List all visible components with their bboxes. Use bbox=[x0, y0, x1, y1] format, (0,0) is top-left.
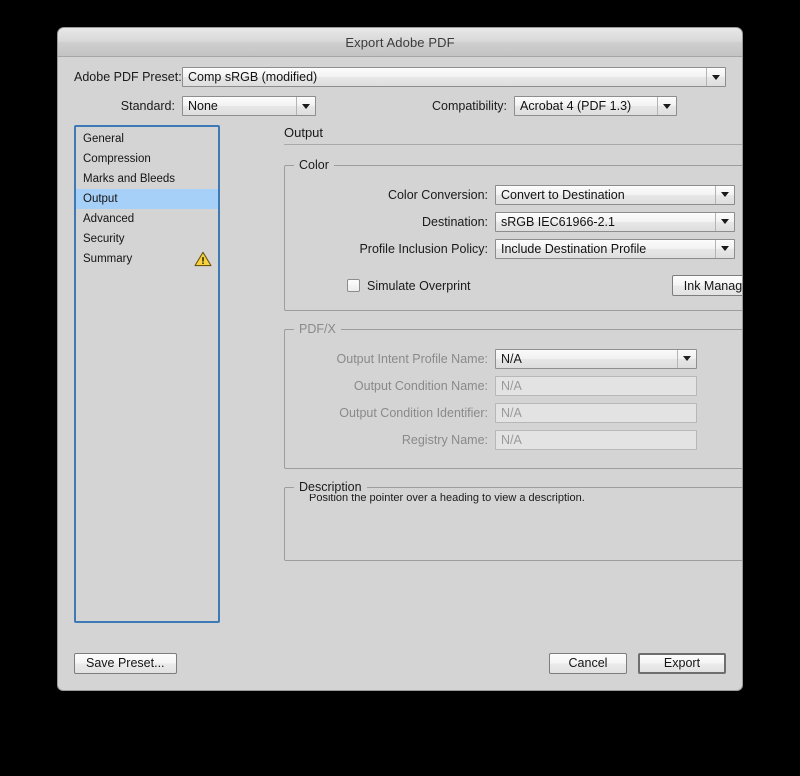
profile-inclusion-policy-label: Profile Inclusion Policy: bbox=[359, 241, 488, 256]
sidebar-item-label: Output bbox=[83, 193, 118, 205]
color-group-legend: Color bbox=[294, 158, 334, 172]
export-button[interactable]: Export bbox=[638, 652, 726, 674]
sidebar-item-label: Marks and Bleeds bbox=[83, 173, 176, 185]
destination-label: Destination: bbox=[421, 214, 488, 229]
sidebar-item-label: General bbox=[83, 133, 124, 145]
dialog-footer: Save Preset... Cancel Export bbox=[58, 636, 742, 690]
standard-value: None bbox=[188, 99, 218, 113]
output-condition-name-input: N/A bbox=[495, 375, 697, 396]
color-group-content: Color Conversion: Convert to Destination… bbox=[285, 166, 742, 310]
dialog-title: Export Adobe PDF bbox=[345, 34, 455, 50]
sidebar-item-marks-and-bleeds[interactable]: Marks and Bleeds bbox=[76, 169, 218, 189]
color-conversion-dropdown[interactable]: Convert to Destination bbox=[495, 184, 735, 205]
registry-name-label: Registry Name: bbox=[401, 432, 488, 447]
sidebar-item-label: Compression bbox=[83, 153, 151, 165]
sidebar-item-label: Summary bbox=[83, 253, 133, 265]
sidebar-item-label: Advanced bbox=[83, 213, 135, 225]
color-conversion-value: Convert to Destination bbox=[501, 187, 625, 202]
chevron-down-icon[interactable] bbox=[715, 212, 734, 231]
output-condition-name-row: Output Condition Name: N/A bbox=[299, 375, 742, 396]
compatibility-value: Acrobat 4 (PDF 1.3) bbox=[520, 99, 632, 113]
registry-name-input: N/A bbox=[495, 429, 697, 450]
destination-row: Destination: sRGB IEC61966-2.1 bbox=[299, 211, 742, 232]
simulate-overprint-label: Simulate Overprint bbox=[367, 278, 471, 293]
footer-actions: Cancel Export bbox=[549, 652, 726, 674]
description-group-legend: Description bbox=[294, 480, 367, 494]
preset-dropdown[interactable]: Comp sRGB (modified) bbox=[182, 67, 726, 87]
output-condition-name-label: Output Condition Name: bbox=[353, 378, 488, 393]
cancel-button[interactable]: Cancel bbox=[549, 652, 627, 674]
pdfx-group-legend: PDF/X bbox=[294, 322, 341, 336]
chevron-down-icon[interactable] bbox=[715, 185, 734, 204]
warning-triangle-icon bbox=[194, 251, 212, 267]
output-intent-profile-label: Output Intent Profile Name: bbox=[336, 351, 488, 366]
compatibility-label: Compatibility: bbox=[432, 99, 508, 113]
chevron-down-icon[interactable] bbox=[677, 349, 696, 368]
output-condition-name-value: N/A bbox=[501, 378, 522, 393]
dialog-body: General Compression Marks and Bleeds Out… bbox=[58, 125, 742, 631]
color-group: Color Color Conversion: Convert to Desti… bbox=[284, 158, 742, 311]
chevron-down-icon[interactable] bbox=[296, 97, 315, 115]
dialog-titlebar: Export Adobe PDF bbox=[58, 28, 742, 57]
sidebar-item-advanced[interactable]: Advanced bbox=[76, 209, 218, 229]
sidebar-item-output[interactable]: Output bbox=[76, 189, 218, 209]
overprint-and-ink-row: Simulate Overprint Ink Manager... bbox=[299, 275, 742, 296]
standard-dropdown[interactable]: None bbox=[182, 96, 316, 116]
output-intent-profile-value: N/A bbox=[501, 351, 522, 366]
description-group-content: Position the pointer over a heading to v… bbox=[285, 488, 742, 560]
preset-fields: Adobe PDF Preset: Comp sRGB (modified) S… bbox=[58, 57, 742, 125]
output-condition-identifier-row: Output Condition Identifier: N/A bbox=[299, 402, 742, 423]
chevron-down-icon[interactable] bbox=[715, 239, 734, 258]
output-condition-identifier-label: Output Condition Identifier: bbox=[339, 405, 488, 420]
save-preset-button[interactable]: Save Preset... bbox=[74, 652, 177, 674]
preset-value: Comp sRGB (modified) bbox=[188, 70, 318, 84]
preset-label: Adobe PDF Preset: bbox=[74, 70, 182, 84]
title-divider bbox=[284, 144, 742, 145]
standard-compatibility-row: Standard: None Compatibility: Acrobat 4 … bbox=[74, 95, 726, 117]
output-intent-profile-dropdown[interactable]: N/A bbox=[495, 348, 697, 369]
output-condition-identifier-input: N/A bbox=[495, 402, 697, 423]
sidebar-item-general[interactable]: General bbox=[76, 129, 218, 149]
simulate-overprint-checkbox[interactable] bbox=[347, 279, 360, 292]
profile-inclusion-policy-value: Include Destination Profile bbox=[501, 241, 647, 256]
output-condition-identifier-value: N/A bbox=[501, 405, 522, 420]
pdfx-group: PDF/X Output Intent Profile Name: N/A Ou… bbox=[284, 322, 742, 469]
pdfx-group-content: Output Intent Profile Name: N/A Output C… bbox=[285, 330, 742, 468]
sidebar-item-label: Security bbox=[83, 233, 125, 245]
standard-label: Standard: bbox=[120, 99, 175, 113]
color-conversion-row: Color Conversion: Convert to Destination bbox=[299, 184, 742, 205]
color-conversion-label: Color Conversion: bbox=[387, 187, 488, 202]
sidebar-item-compression[interactable]: Compression bbox=[76, 149, 218, 169]
settings-category-list[interactable]: General Compression Marks and Bleeds Out… bbox=[74, 125, 220, 623]
compatibility-dropdown[interactable]: Acrobat 4 (PDF 1.3) bbox=[514, 96, 678, 116]
export-adobe-pdf-dialog: Export Adobe PDF Adobe PDF Preset: Comp … bbox=[58, 28, 742, 690]
registry-name-value: N/A bbox=[501, 432, 522, 447]
profile-inclusion-policy-dropdown[interactable]: Include Destination Profile bbox=[495, 238, 735, 259]
simulate-overprint-checkbox-wrap[interactable]: Simulate Overprint bbox=[347, 279, 471, 293]
preset-row: Adobe PDF Preset: Comp sRGB (modified) bbox=[74, 66, 726, 88]
ink-manager-button[interactable]: Ink Manager... bbox=[671, 275, 742, 296]
page-title: Output bbox=[284, 125, 324, 140]
sidebar-item-summary[interactable]: Summary bbox=[76, 249, 218, 269]
description-group: Description Position the pointer over a … bbox=[284, 480, 742, 561]
destination-dropdown[interactable]: sRGB IEC61966-2.1 bbox=[495, 211, 735, 232]
chevron-down-icon[interactable] bbox=[657, 97, 676, 115]
output-pane: Output Color Color Conversion: Convert t… bbox=[284, 125, 742, 579]
destination-value: sRGB IEC61966-2.1 bbox=[501, 214, 615, 229]
registry-name-row: Registry Name: N/A bbox=[299, 429, 742, 450]
sidebar-item-security[interactable]: Security bbox=[76, 229, 218, 249]
output-intent-profile-row: Output Intent Profile Name: N/A bbox=[299, 348, 742, 369]
chevron-down-icon[interactable] bbox=[706, 68, 725, 86]
profile-inclusion-policy-row: Profile Inclusion Policy: Include Destin… bbox=[299, 238, 742, 259]
